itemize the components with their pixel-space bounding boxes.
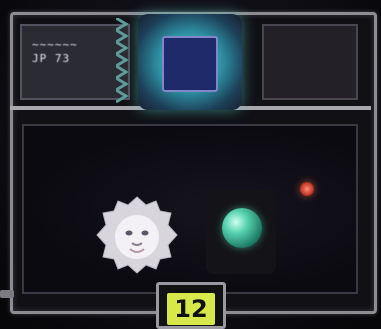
counter-box: 12	[156, 282, 226, 329]
center-selected-slot[interactable]	[138, 14, 242, 110]
right-slot[interactable]	[262, 24, 358, 100]
left-panel-text: ~~~~~~ JP 73	[32, 38, 78, 65]
side-pin	[0, 290, 14, 298]
lion-head-icon[interactable]	[96, 195, 178, 275]
center-slot-item[interactable]	[162, 36, 218, 92]
green-orb-icon[interactable]	[222, 208, 262, 248]
left-info-panel: ~~~~~~ JP 73	[20, 24, 130, 100]
play-area	[22, 124, 358, 294]
red-light-icon	[300, 182, 314, 196]
counter-value: 12	[167, 293, 215, 325]
